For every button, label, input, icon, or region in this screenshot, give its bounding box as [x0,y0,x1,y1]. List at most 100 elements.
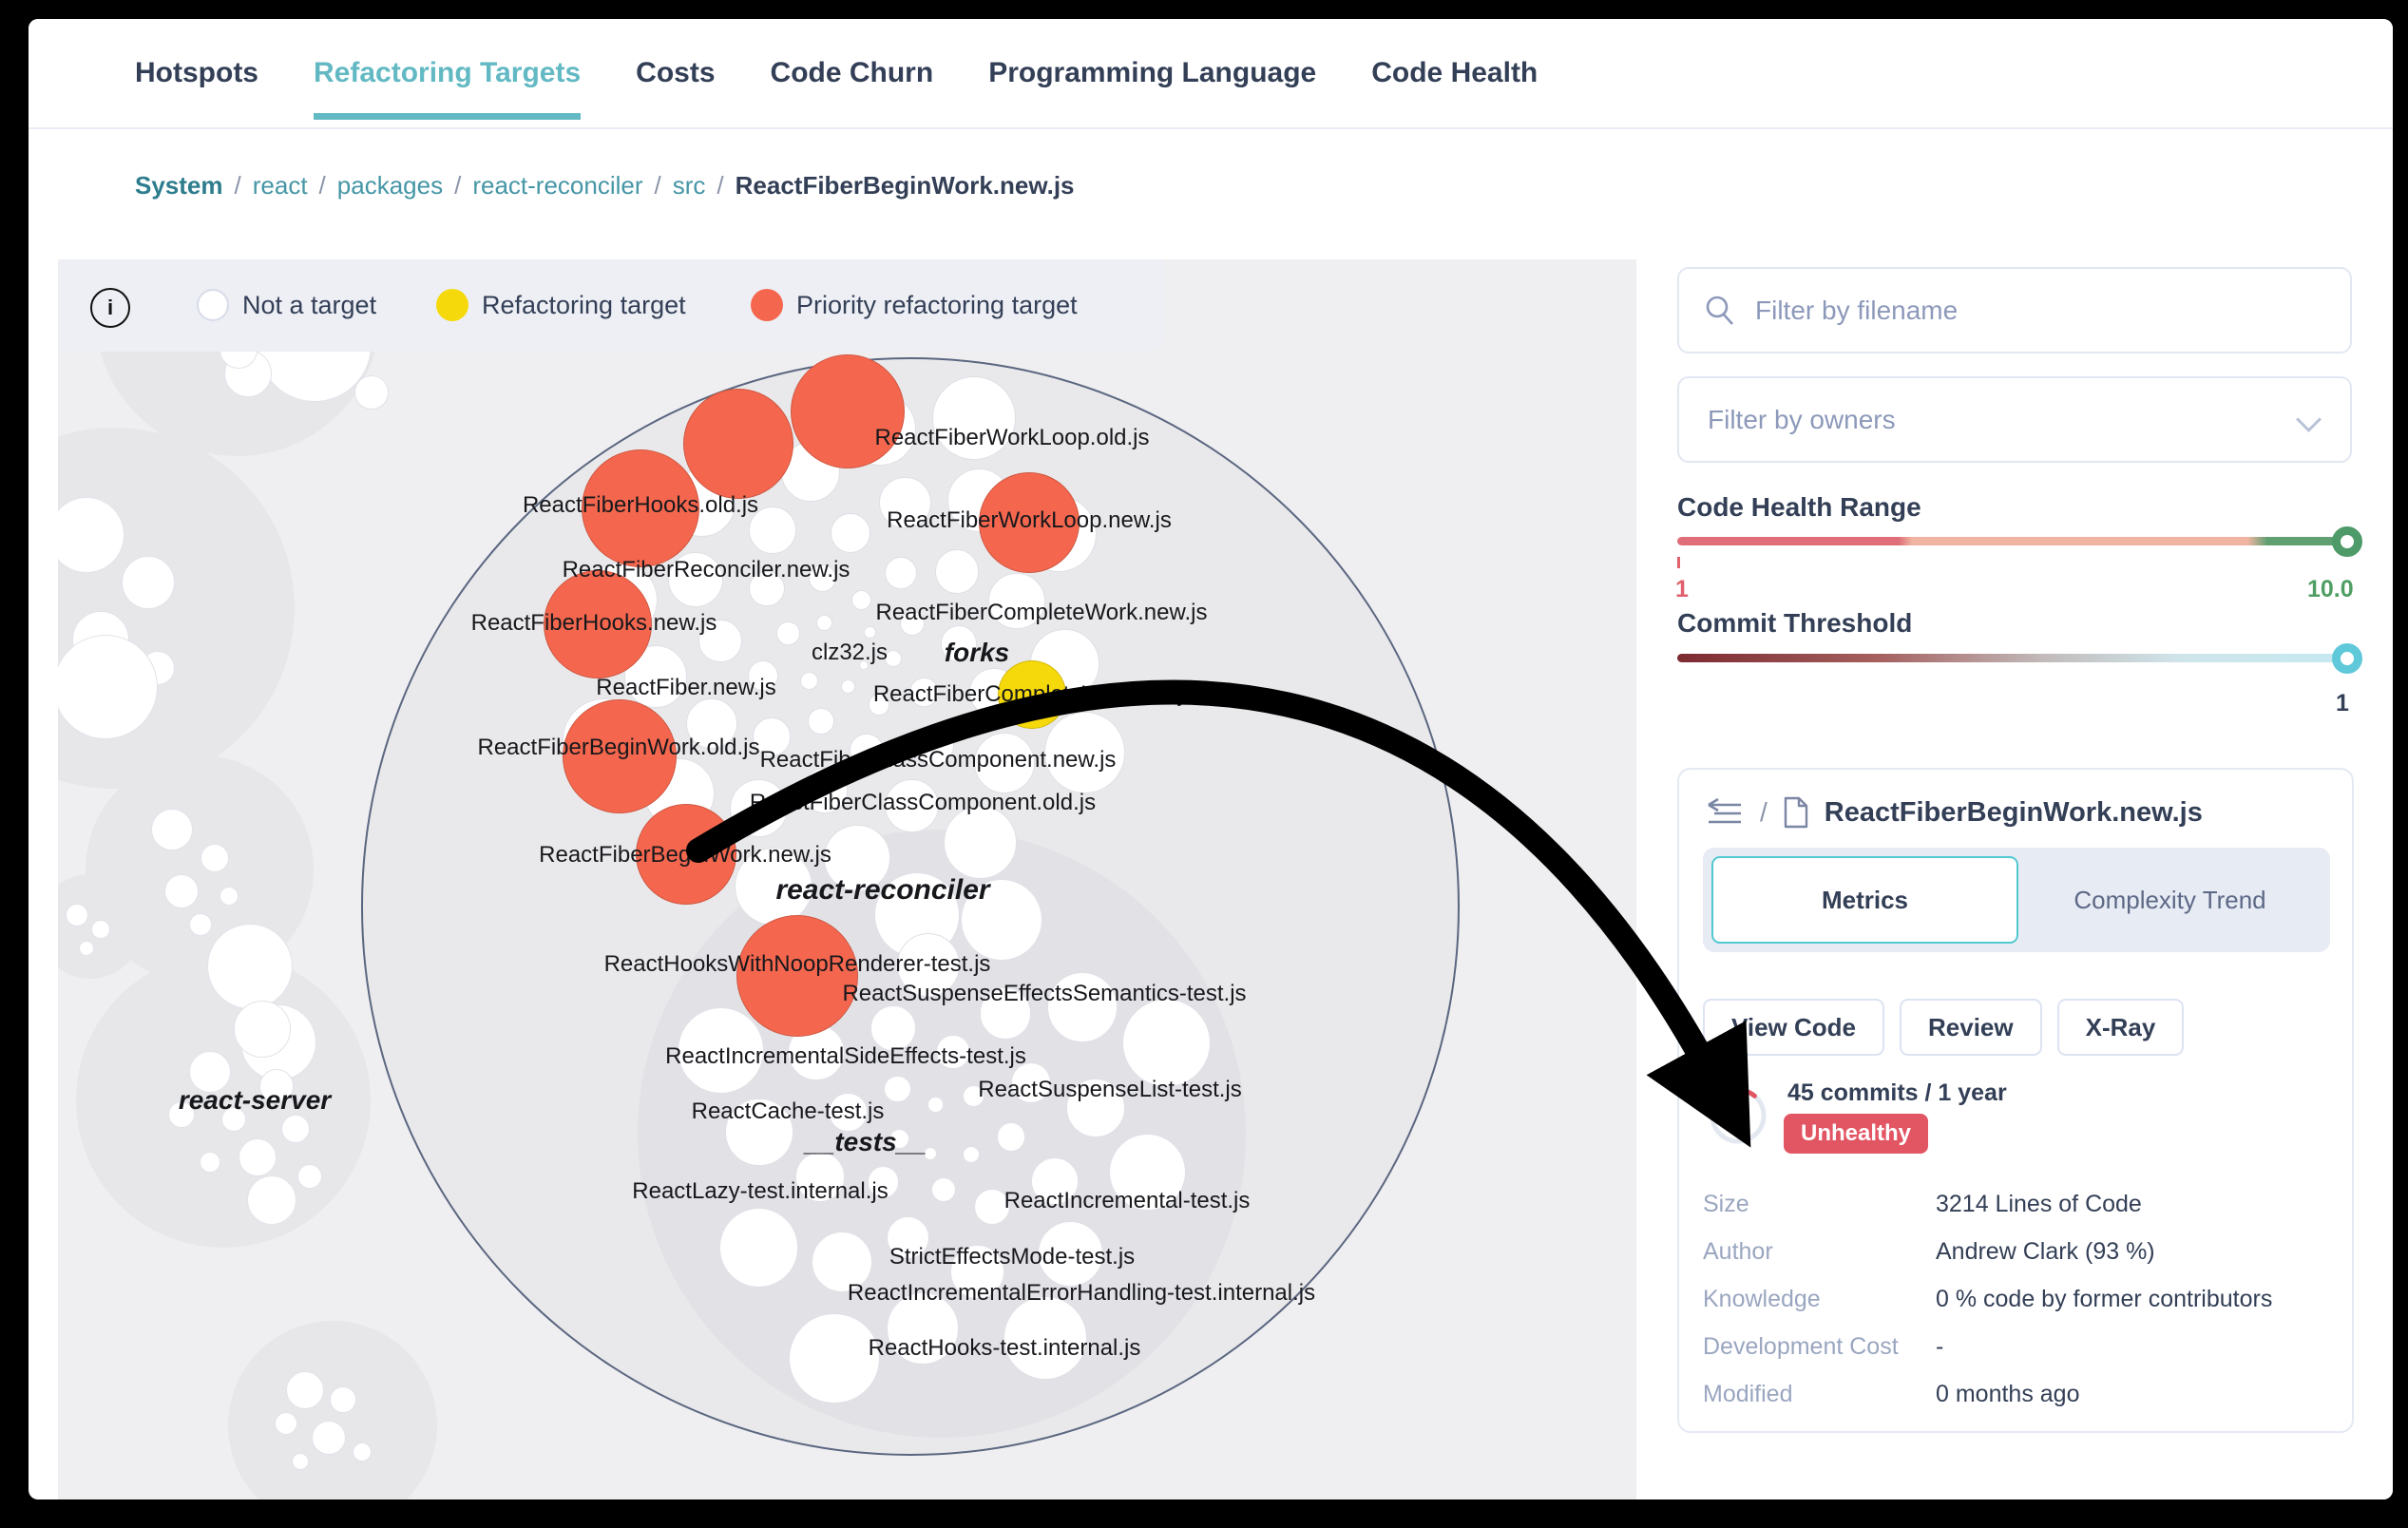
x-ray-button[interactable]: X-Ray [2057,999,2185,1056]
detail-row-value: - [1936,1333,1943,1361]
file-circle[interactable] [931,1177,956,1202]
header-separator: / [1760,797,1768,828]
breadcrumb-item[interactable]: System [135,171,223,201]
back-to-list-icon[interactable] [1703,798,1745,827]
breadcrumb-separator: / [235,171,241,201]
priority-target-circle[interactable] [683,389,793,499]
breadcrumb-item[interactable]: react [253,171,308,201]
file-circle[interactable] [776,621,799,644]
code-health-range-track[interactable] [1677,537,2348,545]
detail-row: Size3214 Lines of Code [1703,1180,2330,1228]
bubble-layer: ReactFiberWorkLoop.old.js ReactFiberHooks… [58,259,1636,1499]
tab-programming-language[interactable]: Programming Language [988,57,1316,89]
file-circle[interactable] [1122,999,1211,1087]
file-label: StrictEffectsMode-test.js [889,1244,1135,1270]
commit-threshold-label: Commit Threshold [1677,608,1912,639]
detail-row-label: Development Cost [1703,1333,1936,1361]
detail-row: Modified0 months ago [1703,1370,2330,1418]
code-health-range-handle[interactable] [2332,526,2362,557]
file-circle[interactable] [884,1076,910,1102]
background-file-circle [189,913,212,936]
tab-code-health[interactable]: Code Health [1371,57,1538,89]
legend-item: Not a target [197,289,376,321]
detail-row: AuthorAndrew Clark (93 %) [1703,1228,2330,1275]
file-label: ReactSuspenseList-test.js [978,1077,1241,1103]
legend-item: Refactoring target [436,289,686,321]
file-label: ReactFiberWorkLoop.old.js [874,425,1149,451]
background-file-circle [220,887,239,906]
commit-gauge: 1 [1708,1085,1768,1146]
package-label: react-reconciler [775,874,989,907]
tab-code-churn[interactable]: Code Churn [771,57,934,89]
file-label: ReactFiberCompleteWork.old.js [873,681,1194,708]
file-label: ReactFiberReconciler.new.js [563,557,850,583]
background-file-circle [234,1001,291,1058]
tab-metrics[interactable]: Metrics [1711,856,2018,944]
tab-complexity-trend[interactable]: Complexity Trend [2018,856,2322,944]
breadcrumb-item[interactable]: react-reconciler [472,171,642,201]
detail-row-value: Andrew Clark (93 %) [1936,1238,2155,1266]
file-label: ReactHooksWithNoopRenderer-test.js [604,951,991,978]
file-circle[interactable] [831,513,870,553]
legend-bar: i Not a targetRefactoring targetPriority… [58,259,1164,352]
tab-costs[interactable]: Costs [636,57,715,89]
commit-threshold-handle[interactable] [2332,643,2362,674]
file-circle[interactable] [719,1208,799,1288]
action-buttons: View Code Review X-Ray [1703,999,2184,1056]
breadcrumb-item[interactable]: src [673,171,706,201]
owners-filter-placeholder: Filter by owners [1708,405,2300,435]
tab-refactoring-targets[interactable]: Refactoring Targets [314,57,581,89]
file-label: ReactFiberBeginWork.old.js [477,735,759,761]
view-code-button[interactable]: View Code [1703,999,1884,1056]
background-file-circle [122,556,175,609]
app-window: Hotspots Refactoring Targets Costs Code Chu… [29,19,2393,1499]
file-icon [1783,796,1809,829]
filename-filter [1677,267,2352,353]
detail-row: Knowledge0 % code by former contributors [1703,1275,2330,1323]
detail-row-value: 0 months ago [1936,1381,2080,1408]
file-label: ReactCache-test.js [692,1098,885,1125]
background-file-circle [91,920,110,939]
file-circle[interactable] [808,708,834,735]
background-file-circle [354,375,389,410]
file-circle[interactable] [935,549,980,594]
file-circle[interactable] [816,615,831,630]
package-label: __tests__ [805,1127,927,1157]
background-file-circle [353,1442,372,1461]
breadcrumb-separator: / [454,171,461,201]
legend-label: Not a target [242,291,376,320]
background-file-circle [79,941,94,956]
file-label: ReactFiberWorkLoop.new.js [887,507,1172,534]
file-label: ReactIncremental-test.js [1004,1188,1251,1214]
commit-threshold-value: 1 [2336,690,2349,717]
breadcrumb-item[interactable]: packages [337,171,443,201]
file-circle[interactable] [944,806,1017,879]
detail-row: Development Cost- [1703,1323,2330,1370]
file-circle[interactable] [997,1122,1026,1152]
file-circle[interactable] [927,1097,943,1112]
priority-target-circle[interactable] [791,354,905,468]
background-file-circle [201,844,229,872]
review-button[interactable]: Review [1900,999,2042,1056]
background-file-circle [275,1412,297,1435]
background-file-circle [164,874,199,908]
commits-label: 45 commits / 1 year [1787,1079,2007,1107]
tab-hotspots[interactable]: Hotspots [135,57,258,89]
file-label: ReactFiberHooks.old.js [523,492,758,519]
bubble-visualization: ReactFiberWorkLoop.old.js ReactFiberHooks… [58,259,1636,1499]
search-icon [1704,295,1736,327]
commit-threshold-track[interactable] [1677,654,2348,662]
file-circle[interactable] [841,679,855,694]
file-label: ReactFiberCompleteWork.new.js [875,600,1207,626]
file-circle[interactable] [789,1313,880,1404]
filename-filter-input[interactable] [1753,295,2350,327]
metrics-tab-group: MetricsComplexity Trend [1703,848,2330,952]
code-health-min-value: 1 [1675,576,1689,603]
file-label: ReactFiberBeginWork.new.js [539,842,831,869]
file-circle[interactable] [851,590,871,610]
file-circle[interactable] [885,557,917,589]
file-label: ReactLazy-test.internal.js [632,1178,888,1205]
file-label: clz32.js [812,640,888,666]
owners-filter[interactable]: Filter by owners [1677,376,2352,463]
detail-row-label: Modified [1703,1381,1936,1408]
